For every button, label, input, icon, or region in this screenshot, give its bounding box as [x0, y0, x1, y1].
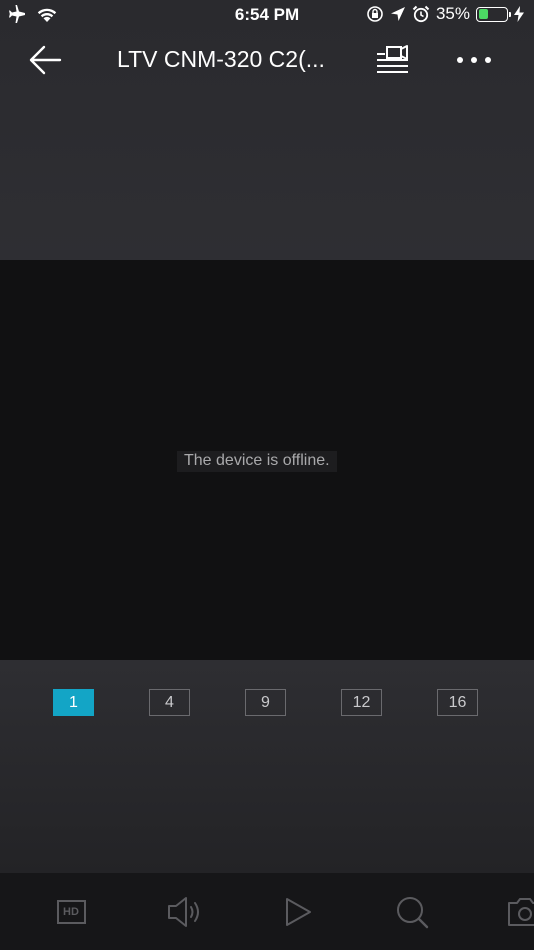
- split-option-1[interactable]: 1: [53, 689, 94, 716]
- battery-icon: [476, 6, 511, 22]
- hd-icon: HD: [56, 900, 86, 924]
- charging-bolt-icon: [514, 6, 524, 22]
- speaker-icon: [168, 897, 199, 927]
- camera-icon: [508, 898, 534, 926]
- snapshot-button[interactable]: [505, 894, 534, 930]
- battery-percent: 35%: [435, 4, 470, 23]
- split-option-12[interactable]: 12: [341, 689, 382, 716]
- play-button[interactable]: [278, 894, 318, 930]
- location-icon: [390, 7, 405, 21]
- more-button[interactable]: [452, 46, 496, 74]
- play-icon: [286, 898, 311, 926]
- split-option-16[interactable]: 16: [437, 689, 478, 716]
- zoom-icon: [397, 897, 429, 929]
- window-list-icon: [377, 45, 408, 73]
- offline-message: The device is offline.: [177, 451, 337, 472]
- bottom-toolbar: HD: [0, 873, 534, 950]
- page-title: LTV CNM-320 C2(...: [117, 46, 325, 72]
- back-button[interactable]: [26, 42, 66, 78]
- orientation-lock-icon: [367, 6, 383, 22]
- status-bar: 6:54 PM 35%: [0, 0, 534, 30]
- header: LTV CNM-320 C2(...: [0, 30, 534, 90]
- alarm-icon: [412, 5, 430, 23]
- video-view[interactable]: The device is offline.: [0, 260, 534, 660]
- layout-list-button[interactable]: [372, 42, 414, 78]
- more-dots-icon: [457, 57, 491, 63]
- hd-button[interactable]: HD: [51, 894, 91, 930]
- split-option-9[interactable]: 9: [245, 689, 286, 716]
- zoom-button[interactable]: [392, 894, 432, 930]
- screen: 6:54 PM 35% LTV CNM-320 C2(... The devic…: [0, 0, 534, 950]
- battery-level: [478, 9, 488, 19]
- arrow-left-icon: [29, 45, 62, 75]
- status-right: 35%: [366, 4, 524, 24]
- split-selector: 1 4 9 12 16: [0, 660, 534, 873]
- audio-button[interactable]: [165, 894, 205, 930]
- split-option-4[interactable]: 4: [149, 689, 190, 716]
